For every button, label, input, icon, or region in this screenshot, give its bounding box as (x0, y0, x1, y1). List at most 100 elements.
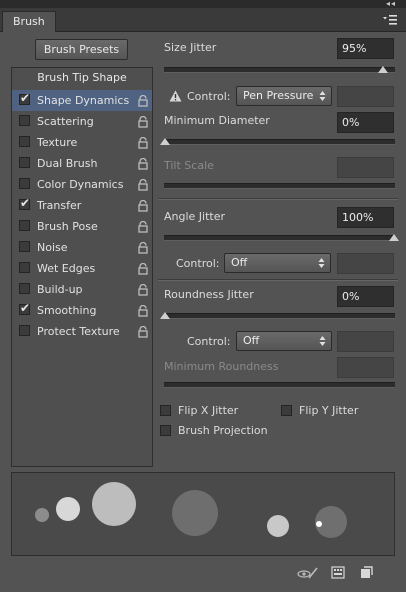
option-label: Smoothing (37, 304, 97, 317)
roundness-jitter-label: Roundness Jitter (164, 288, 254, 301)
brush-options-list: Brush Tip Shape Shape Dynamics Scattering… (11, 67, 153, 467)
lock-icon[interactable] (137, 178, 149, 191)
tilt-scale-label: Tilt Scale (164, 159, 214, 172)
control-label-2: Control: (176, 257, 220, 270)
lock-icon[interactable] (137, 241, 149, 254)
option-checkbox[interactable] (19, 262, 30, 273)
control-select-3[interactable]: Off (236, 331, 332, 351)
control-select-1-value: Pen Pressure (243, 89, 314, 102)
angle-jitter-slider[interactable] (164, 234, 399, 241)
control-select-1[interactable]: Pen Pressure (236, 86, 332, 106)
option-row[interactable]: Texture (12, 132, 152, 153)
brush-dab (172, 490, 218, 536)
roundness-jitter-slider[interactable] (160, 312, 395, 319)
option-checkbox[interactable] (19, 196, 30, 210)
option-label: Protect Texture (37, 325, 120, 338)
option-checkbox[interactable] (19, 178, 30, 189)
option-row[interactable]: Noise (12, 237, 152, 258)
brush-projection-label: Brush Projection (178, 424, 268, 437)
lock-icon[interactable] (137, 199, 149, 212)
option-row[interactable]: Smoothing (12, 300, 152, 321)
option-checkbox[interactable] (19, 157, 30, 168)
minimum-diameter-label: Minimum Diameter (164, 114, 270, 127)
option-row[interactable]: Color Dynamics (12, 174, 152, 195)
control-label-3: Control: (187, 335, 231, 348)
brush-projection-checkbox[interactable]: Brush Projection (160, 423, 300, 439)
option-checkbox[interactable] (19, 220, 30, 231)
option-checkbox[interactable] (19, 115, 30, 126)
option-label: Noise (37, 241, 68, 254)
control-3-extra-field (337, 331, 394, 352)
option-checkbox[interactable] (19, 325, 30, 336)
control-2-extra-field (337, 253, 394, 274)
option-checkbox[interactable] (19, 91, 30, 105)
option-row[interactable]: Brush Pose (12, 216, 152, 237)
option-row[interactable]: Protect Texture (12, 321, 152, 342)
panel-menu-icon[interactable] (382, 14, 398, 26)
minimum-diameter-input[interactable]: 0% (337, 112, 394, 133)
option-row[interactable]: Shape Dynamics (12, 90, 152, 111)
brush-tip-shape-item[interactable]: Brush Tip Shape (12, 68, 152, 88)
minimum-diameter-slider[interactable] (160, 138, 395, 145)
lock-icon[interactable] (137, 262, 149, 275)
option-row[interactable]: Build-up (12, 279, 152, 300)
section-divider-2 (158, 279, 398, 281)
tilt-scale-slider (164, 183, 395, 189)
collapse-panel-icon[interactable]: ◂◂ (386, 0, 396, 8)
option-checkbox[interactable] (19, 283, 30, 294)
size-jitter-slider[interactable] (164, 66, 395, 73)
option-checkbox[interactable] (19, 136, 30, 147)
flip-x-jitter-box[interactable] (160, 405, 171, 416)
option-label: Color Dynamics (37, 178, 124, 191)
option-label: Brush Pose (37, 220, 98, 233)
open-brush-editor-icon[interactable] (331, 566, 345, 579)
brush-dab (35, 508, 49, 522)
brush-presets-button[interactable]: Brush Presets (35, 39, 128, 60)
select-arrows-icon (319, 91, 326, 101)
lock-icon[interactable] (137, 283, 149, 296)
brush-projection-box[interactable] (160, 425, 171, 436)
option-row[interactable]: Dual Brush (12, 153, 152, 174)
angle-jitter-slider-thumb[interactable] (389, 234, 399, 241)
option-label: Build-up (37, 283, 83, 296)
tab-brush[interactable]: Brush (2, 11, 56, 32)
option-row[interactable]: Transfer (12, 195, 152, 216)
lock-icon[interactable] (137, 304, 149, 317)
flip-y-jitter-checkbox[interactable]: Flip Y Jitter (281, 403, 391, 419)
lock-icon[interactable] (137, 157, 149, 170)
brush-dab (316, 521, 322, 527)
option-row[interactable]: Wet Edges (12, 258, 152, 279)
angle-jitter-label: Angle Jitter (164, 210, 226, 223)
lock-icon[interactable] (137, 115, 149, 128)
control-label-1: Control: (187, 90, 231, 103)
brush-dab (92, 482, 136, 526)
roundness-jitter-slider-thumb[interactable] (160, 312, 170, 319)
option-row[interactable]: Scattering (12, 111, 152, 132)
toggle-live-tip-preview-icon[interactable] (297, 566, 319, 580)
size-jitter-input[interactable]: 95% (337, 38, 394, 59)
minimum-diameter-slider-thumb[interactable] (160, 138, 170, 145)
control-select-2[interactable]: Off (224, 253, 331, 273)
option-checkbox[interactable] (19, 301, 30, 315)
option-checkbox[interactable] (19, 241, 30, 252)
control-select-3-value: Off (243, 334, 260, 347)
minimum-roundness-input (337, 357, 394, 378)
select-arrows-icon (318, 258, 325, 268)
control-1-extra-field (337, 86, 394, 107)
brush-stroke-preview (11, 472, 395, 556)
option-label: Transfer (37, 199, 82, 212)
option-label: Wet Edges (37, 262, 96, 275)
minimum-roundness-slider (164, 382, 395, 388)
lock-icon[interactable] (137, 220, 149, 233)
lock-icon[interactable] (137, 136, 149, 149)
option-label: Shape Dynamics (37, 94, 130, 107)
create-new-brush-icon[interactable] (360, 566, 373, 579)
flip-y-jitter-box[interactable] (281, 405, 292, 416)
angle-jitter-input[interactable]: 100% (337, 207, 394, 228)
panel-tab-bar: Brush (0, 8, 406, 32)
flip-x-jitter-checkbox[interactable]: Flip X Jitter (160, 403, 280, 419)
size-jitter-slider-thumb[interactable] (378, 66, 388, 73)
lock-icon[interactable] (137, 94, 149, 107)
roundness-jitter-input[interactable]: 0% (337, 286, 394, 307)
lock-icon[interactable] (137, 325, 149, 338)
